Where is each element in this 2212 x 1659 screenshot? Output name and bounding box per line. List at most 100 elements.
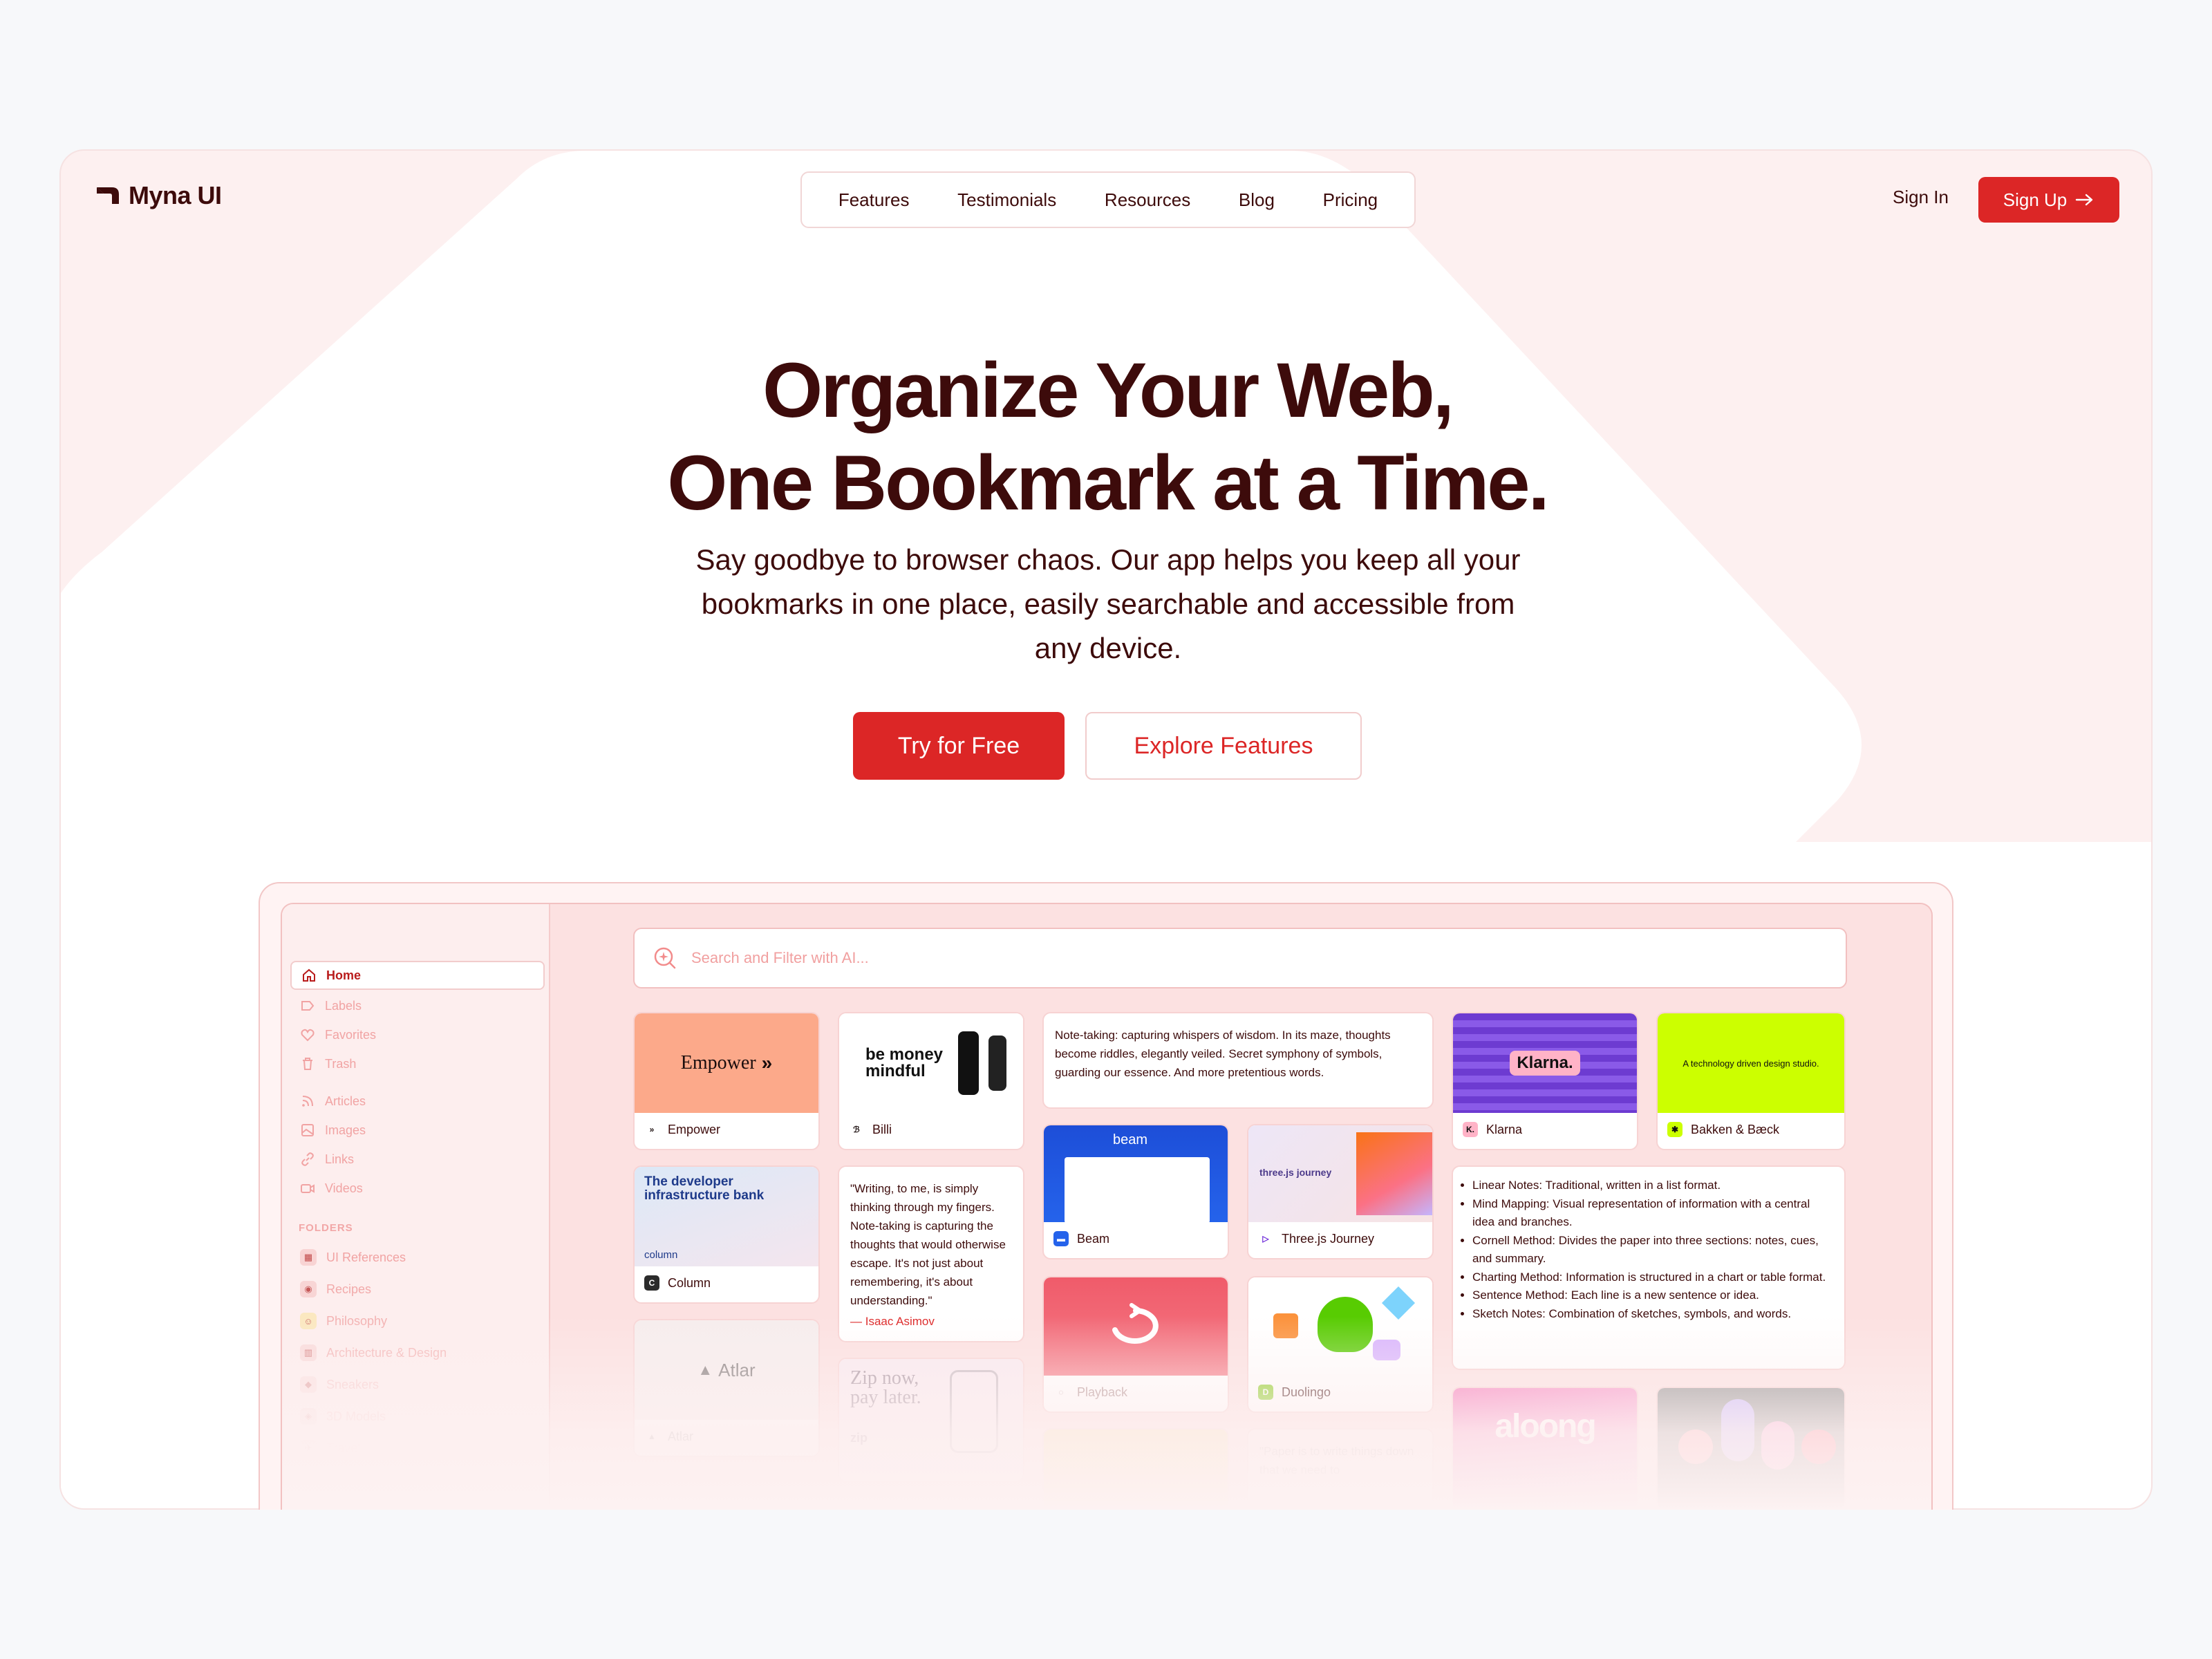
bookmark-card-klarna[interactable]: Klarna. K. Klarna [1452,1012,1638,1150]
refresh-loop-icon [1112,1303,1159,1344]
notes-bullet: Sketch Notes: Combination of sketches, s… [1472,1305,1833,1324]
folder-philosophy[interactable]: ☺ Philosophy [290,1306,545,1335]
thumb-text: Atlar [718,1359,756,1380]
folder-recipes[interactable]: ◉ Recipes [290,1275,545,1304]
folder-label: Architecture & Design [326,1345,447,1360]
sidebar-item-label: Videos [325,1181,363,1195]
beam-screenshot [1065,1157,1210,1224]
folder-label: Travel [326,1441,361,1455]
card-thumbnail: ▲ Atlar [635,1320,818,1420]
bookmark-card-notes-list[interactable]: Linear Notes: Traditional, written in a … [1452,1165,1846,1370]
home-icon [303,968,315,982]
bookmark-card-yellow[interactable] [1042,1428,1229,1510]
sidebar-item-label: Links [325,1152,355,1166]
bookmark-card-threejs[interactable]: three.js journey ▷ Three.js Journey [1247,1124,1434,1259]
folders-heading: FOLDERS [299,1222,353,1234]
bookmark-card-bakken[interactable]: A technology driven design studio. ✱ Bak… [1656,1012,1846,1150]
hero-title: Organize Your Web, One Bookmark at a Tim… [61,344,2151,529]
brand-name: Myna UI [129,181,222,209]
thumb-text: aloong [1494,1408,1596,1445]
bookmark-card-note[interactable]: Note-taking: capturing whispers of wisdo… [1042,1012,1434,1109]
zip-brand: zip [850,1431,868,1445]
shape-pill-icon [1761,1421,1794,1470]
main-nav: Features Testimonials Resources Blog Pri… [800,171,1416,228]
bookmark-card-empower[interactable]: Empower » » Empower [633,1012,820,1150]
bookmark-card-duolingo[interactable]: D Duolingo [1247,1276,1434,1413]
folder-3d-models[interactable]: ◈ 3D Models [290,1402,545,1431]
folder-sneakers[interactable]: ◆ Sneakers [290,1370,545,1399]
thumb-text: Zip now, pay later. [850,1367,921,1408]
thumb-sub: column [644,1249,678,1261]
card-thumbnail: Zip now, pay later. zip [839,1359,1023,1481]
folder-ui-references[interactable]: ▦ UI References [290,1243,545,1272]
bookmark-card-column[interactable]: The developer infrastructure bank column… [633,1165,820,1304]
nav-resources[interactable]: Resources [1105,189,1190,211]
bookmark-card-shapes[interactable] [1656,1387,1846,1510]
sidebar-item-videos[interactable]: Videos [290,1174,545,1203]
bookmark-card-paper-quote[interactable]: "Paper is to write things down that we n… [1247,1428,1434,1510]
duolingo-owl-icon [1318,1297,1373,1352]
sidebar-item-home[interactable]: Home [290,961,545,990]
thumb-text: beam [1113,1132,1148,1147]
card-title: Column [668,1275,711,1290]
folder-label: Recipes [326,1282,372,1296]
brand-logo[interactable]: Myna UI [94,181,222,210]
card-thumbnail: three.js journey [1248,1125,1432,1222]
shape-circle-icon [1801,1430,1836,1464]
bookmark-card-billi[interactable]: be money mindful ℬ Billi [838,1012,1024,1150]
bookmark-card-playback[interactable]: ◌ Playback [1042,1276,1229,1413]
folder-icon: ▥ [300,1344,317,1361]
hero-title-line1: Organize Your Web, [762,347,1454,433]
card-title: Bakken & Bæck [1691,1122,1780,1136]
thumb-text: three.js journey [1259,1167,1332,1178]
bookmark-card-beam[interactable]: beam ▬ Beam [1042,1124,1229,1259]
hero-title-line2: One Bookmark at a Time. [667,440,1549,526]
thumb-text: be money mindful [865,1045,944,1080]
folder-label: Philosophy [326,1313,388,1328]
nav-features[interactable]: Features [838,189,910,211]
try-for-free-button[interactable]: Try for Free [853,712,1065,780]
sign-in-link[interactable]: Sign In [1893,187,1949,208]
folder-icon: ◉ [300,1281,317,1297]
folder-icon: ✈ [300,1440,317,1456]
thumb-text: A technology driven design studio. [1683,1058,1819,1069]
klarna-icon: K. [1463,1122,1478,1137]
billi-icon: ℬ [853,1125,860,1134]
sidebar-item-links[interactable]: Links [290,1145,545,1174]
sidebar-item-favorites[interactable]: Favorites [290,1020,545,1049]
sign-up-button[interactable]: Sign Up [1978,177,2119,223]
ai-search-bar[interactable]: Search and Filter with AI... [633,928,1847,988]
nav-blog[interactable]: Blog [1239,189,1275,211]
note-text: Note-taking: capturing whispers of wisdo… [1055,1029,1391,1079]
heart-icon [301,1029,315,1042]
bookmark-card-zip[interactable]: Zip now, pay later. zip [838,1358,1024,1482]
bookmark-card-atlar[interactable]: ▲ Atlar ▲ Atlar [633,1319,820,1457]
card-caption: K. Klarna [1453,1110,1637,1149]
card-caption: ▲ Atlar [635,1417,818,1456]
quote-text: "Writing, to me, is simply thinking thro… [850,1182,1006,1307]
sidebar-item-articles[interactable]: Articles [290,1087,545,1116]
folder-architecture-design[interactable]: ▥ Architecture & Design [290,1338,545,1367]
sidebar-item-label: Home [326,968,362,982]
card-caption: » Empower [635,1110,818,1149]
atlar-icon: ▲ [648,1432,656,1441]
image-icon [301,1124,314,1136]
app-preview: Home Labels Favorites Trash Articles Ima… [281,903,1933,1510]
column-icon: C [644,1275,659,1291]
nav-testimonials[interactable]: Testimonials [957,189,1056,211]
card-caption: ▷ Three.js Journey [1248,1219,1432,1258]
folder-travel[interactable]: ✈ Travel [290,1434,545,1463]
sidebar-item-label: Articles [325,1094,366,1108]
sidebar-item-labels[interactable]: Labels [290,991,545,1020]
sidebar-item-trash[interactable]: Trash [290,1049,545,1078]
bookmark-card-aloong[interactable]: aloong [1452,1387,1638,1510]
phone-mockup-icon [958,1031,979,1095]
sidebar-item-label: Trash [325,1056,357,1071]
card-thumbnail [1044,1430,1228,1510]
sidebar-item-images[interactable]: Images [290,1116,545,1145]
notes-bullet: Linear Notes: Traditional, written in a … [1472,1177,1833,1195]
thumb-text: Empower [680,1052,756,1074]
bookmark-card-quote[interactable]: "Writing, to me, is simply thinking thro… [838,1165,1024,1342]
explore-features-button[interactable]: Explore Features [1085,712,1362,780]
nav-pricing[interactable]: Pricing [1323,189,1378,211]
